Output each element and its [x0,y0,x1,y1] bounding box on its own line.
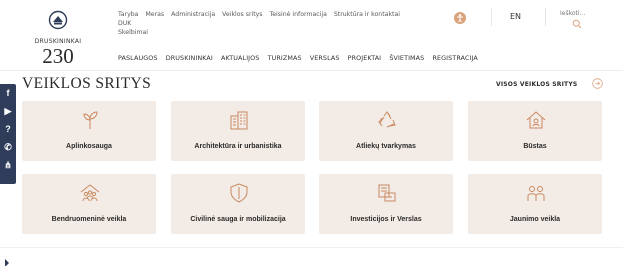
top-link-meras[interactable]: Meras [145,11,164,18]
top-link-duk[interactable]: DUK [118,20,131,27]
card-jaunimo-veikla[interactable]: Jaunimo veikla [468,174,602,234]
community-icon [80,184,100,202]
top-link-veiklos-sritys[interactable]: Veiklos sritys [222,11,262,18]
accessibility-icon [457,14,463,23]
card-label: Būstas [523,143,547,150]
arrow-right-icon[interactable] [592,78,603,89]
youth-icon [527,186,545,201]
help-icon[interactable]: ? [0,120,16,138]
card-label: Aplinkosauga [66,143,112,150]
recycle-icon [378,111,396,128]
nav-turizmas[interactable]: TURIZMAS [268,54,302,62]
section-title: VEIKLOS SRITYS [22,75,152,92]
facebook-icon[interactable]: f [0,84,16,102]
logo-number: 230 [42,44,74,68]
investment-icon [378,184,396,202]
phone-icon[interactable]: ✆ [0,138,16,156]
card-atlieku-tvarkymas[interactable]: Atliekų tvarkymas [319,101,453,161]
nav-aktualijos[interactable]: AKTUALIJOS [221,54,259,62]
language-switch[interactable]: EN [510,12,521,21]
buildings-icon [230,111,248,130]
header-separator [491,8,492,26]
top-link-taryba[interactable]: Taryba [118,11,138,18]
coat-of-arms-icon [48,10,68,30]
nav-verslas[interactable]: VERSLAS [310,54,340,62]
card-label: Architektūra ir urbanistika [194,143,282,150]
house-icon [526,111,546,129]
sprout-icon [83,111,98,129]
search-icon[interactable] [572,19,582,29]
top-link-skelbimai[interactable]: Skelbimai [118,29,148,36]
accessibility-button[interactable] [454,12,466,24]
card-label: Civilinė sauga ir mobilizacija [190,216,286,223]
card-architektura[interactable]: Architektūra ir urbanistika [171,101,305,161]
header-separator [545,8,546,26]
caret-right-icon[interactable] [5,259,9,266]
search-placeholder: Ieškoti... [560,10,586,17]
card-bustas[interactable]: Būstas [468,101,602,161]
card-label: Atliekų tvarkymas [356,143,416,150]
youtube-icon[interactable]: ▶ [0,102,16,120]
main-navigation: PASLAUGOS DRUSKININKAI AKTUALIJOS TURIZM… [118,54,484,62]
header-divider [0,70,623,71]
card-investicijos[interactable]: Investicijos ir Verslas [319,174,453,234]
card-aplinkosauga[interactable]: Aplinkosauga [22,101,156,161]
social-sidebar: f ▶ ? ✆ ⋔ [0,84,16,184]
card-civiline-sauga[interactable]: Civilinė sauga ir mobilizacija [171,174,305,234]
sitemap-icon[interactable]: ⋔ [0,156,16,174]
nav-druskininkai[interactable]: DRUSKININKAI [166,54,213,62]
top-link-administracija[interactable]: Administracija [171,11,215,18]
search-box[interactable]: Ieškoti... [560,10,606,34]
all-areas-link[interactable]: VISOS VEIKLOS SRITYS [496,81,577,88]
card-label: Investicijos ir Verslas [350,216,422,223]
shield-icon [230,183,248,203]
card-label: Bendruomeninė veikla [51,216,127,223]
card-label: Jaunimo veikla [509,216,561,223]
top-links: Taryba Meras Administracija Veiklos srit… [118,10,418,37]
nav-projektai[interactable]: PROJEKTAI [348,54,382,62]
footer-divider [0,247,623,248]
nav-svietimas[interactable]: ŠVIETIMAS [389,54,424,62]
nav-paslaugos[interactable]: PASLAUGOS [118,54,158,62]
nav-registracija[interactable]: REGISTRACIJA [432,54,477,62]
site-logo[interactable]: DRUSKININKAI 230 [20,8,96,68]
top-link-struktura[interactable]: Struktūra ir kontaktai [334,11,400,18]
top-link-teisine-informacija[interactable]: Teisinė informacija [270,11,327,18]
card-bendruomenine-veikla[interactable]: Bendruomeninė veikla [22,174,156,234]
